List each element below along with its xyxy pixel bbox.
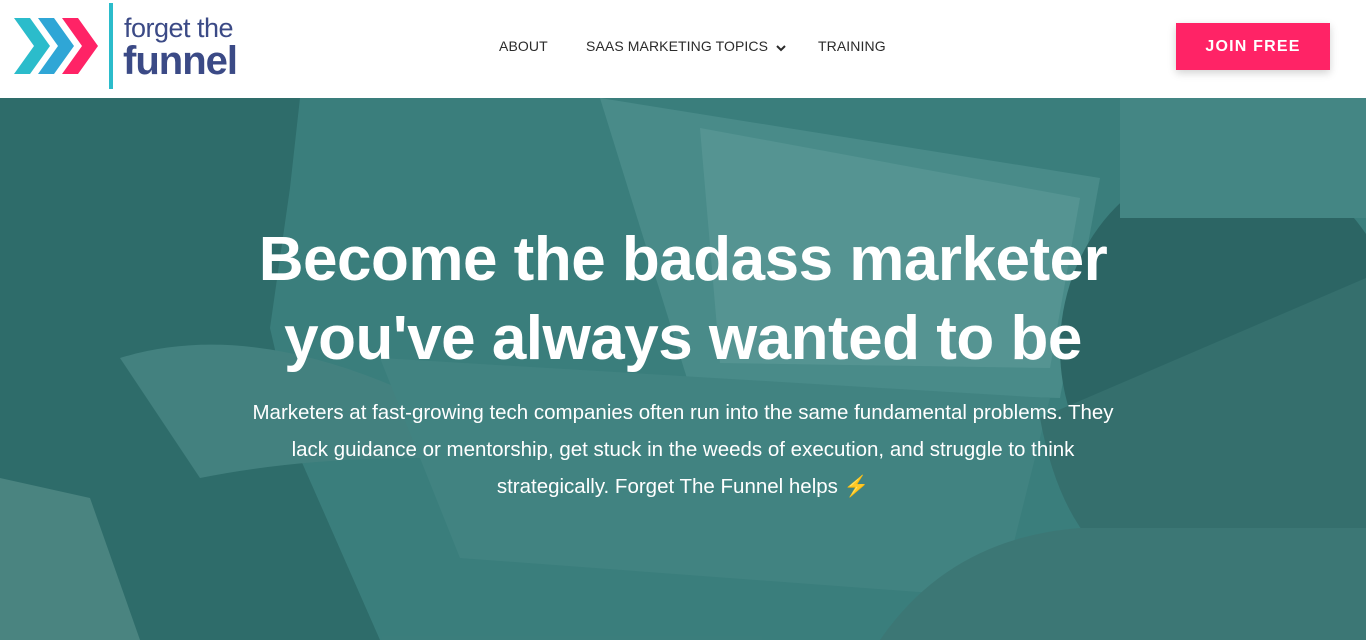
logo-divider (109, 3, 113, 89)
nav-saas-marketing-topics[interactable]: SAAS MARKETING TOPICS (586, 38, 786, 55)
hero-headline-line1: Become the badass marketer (258, 225, 1108, 294)
hero-headline: Become the badass marketer you've always… (0, 220, 1366, 378)
lightning-icon: ⚡ (843, 475, 870, 498)
join-free-button[interactable]: JOIN FREE (1176, 23, 1330, 70)
nav-about[interactable]: ABOUT (499, 38, 548, 54)
chevron-down-icon (776, 39, 786, 55)
logo-text-line2: funnel (123, 39, 238, 83)
nav-saas-marketing-topics-label: SAAS MARKETING TOPICS (586, 38, 769, 54)
hero-headline-line2: you've always wanted to be (284, 304, 1082, 373)
hero-section: Become the badass marketer you've always… (0, 98, 1366, 640)
site-header: forget the funnel ABOUT SAAS MARKETING T… (0, 0, 1366, 98)
hero-subtext: Marketers at fast-growing tech companies… (233, 394, 1133, 505)
hero-subtext-body: Marketers at fast-growing tech companies… (252, 401, 1114, 498)
logo[interactable]: forget the funnel (12, 3, 252, 91)
nav-training[interactable]: TRAINING (818, 38, 886, 54)
chevrons-logo-icon (14, 18, 98, 74)
